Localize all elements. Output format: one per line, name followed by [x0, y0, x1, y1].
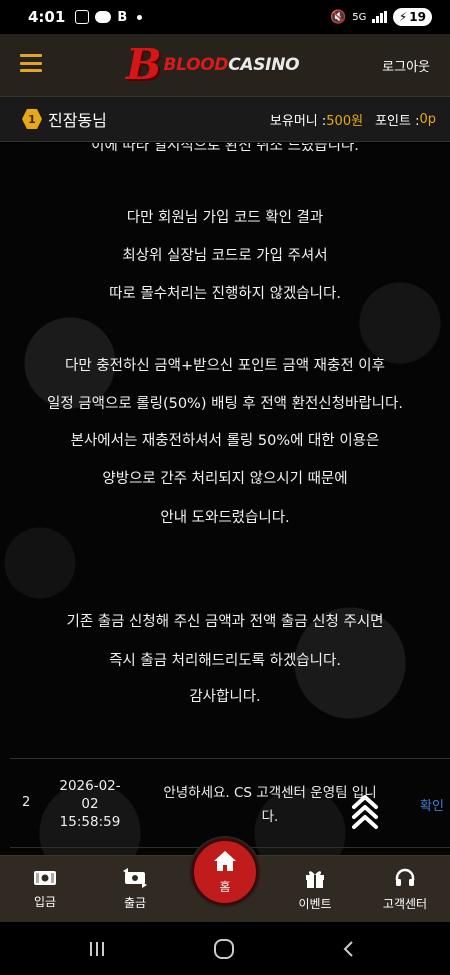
money-value: 500원	[326, 113, 364, 129]
nav-event[interactable]: 이벤트	[275, 856, 355, 923]
nav-home-button[interactable]: 홈	[191, 838, 259, 906]
message-line: 안내 도와드렸습니다.	[160, 510, 290, 526]
scroll-top-icon[interactable]	[350, 793, 380, 829]
battery-indicator: ⚡ 19	[392, 8, 432, 26]
nav-withdraw-label: 출금	[123, 896, 147, 910]
screenshot-icon	[75, 10, 90, 24]
message-line: 양방으로 간주 처리되지 않으시기 때문에	[102, 471, 348, 487]
message-line: 즉시 출금 처리해드리도록 하겠습니다.	[109, 653, 341, 669]
brand-logo[interactable]: B BLOOD CASINO	[126, 40, 300, 89]
message-line: 따로 몰수처리는 진행하지 않겠습니다.	[109, 286, 341, 302]
app-b-icon: B	[117, 9, 128, 25]
app-header: B BLOOD CASINO 로그아웃	[0, 34, 450, 96]
notification-icons: B	[75, 9, 143, 25]
menu-icon[interactable]	[20, 54, 42, 72]
logo-wordmark: BLOOD CASINO	[164, 55, 300, 75]
recent-apps-icon[interactable]	[82, 936, 112, 962]
level-badge: 1	[22, 109, 42, 129]
headset-icon	[394, 867, 416, 889]
row-number: 2	[22, 795, 31, 810]
logo-word-casino: CASINO	[228, 55, 300, 75]
username: 진잠동님	[48, 111, 107, 130]
battery-level: 19	[409, 10, 426, 24]
message-line: 다만 회원님 가입 코드 확인 결과	[126, 210, 324, 226]
nav-withdraw[interactable]: 출금	[95, 856, 175, 923]
money-transfer-icon	[122, 868, 148, 888]
message-line: 최상위 실장님 코드로 가입 주셔서	[122, 248, 328, 264]
message-content[interactable]: 이에 따라 일시적으로 환전 취소 드렸습니다. 다만 회원님 가입 코드 확인…	[0, 143, 450, 855]
point-label: 포인트 :	[375, 113, 420, 129]
message-line: 감사합니다.	[189, 689, 261, 705]
message-line: 다만 충전하신 금액+받으신 포인트 금액 재충전 이후	[65, 358, 385, 374]
nav-support-label: 고객센터	[382, 897, 428, 911]
row-date: 2026-02- 02 15:58:59	[58, 777, 122, 831]
back-icon[interactable]	[334, 936, 364, 962]
logo-letter: B	[126, 40, 162, 89]
money-label: 보유머니 :	[269, 113, 327, 129]
status-bar: 4:01 B 🔇 5G ⚡ 19	[0, 0, 450, 34]
system-icons: 🔇 5G ⚡ 19	[330, 8, 432, 26]
nav-home-label: 홈	[219, 879, 231, 894]
row-date-line2: 02	[81, 796, 99, 812]
nav-deposit-label: 입금	[33, 895, 57, 909]
signal-icon	[372, 11, 387, 23]
table-row[interactable]: 2 2026-02- 02 15:58:59 안녕하세요. CS 고객센터 운영…	[10, 758, 450, 848]
network-label: 5G	[352, 11, 367, 23]
row-date-line1: 2026-02-	[59, 778, 121, 794]
bolt-icon: ⚡	[398, 10, 408, 24]
point-value: 0p	[419, 111, 436, 127]
cash-icon	[33, 869, 57, 887]
mute-icon: 🔇	[330, 9, 347, 25]
row-status[interactable]: 확인	[420, 795, 444, 814]
gift-icon	[304, 867, 326, 889]
clock: 4:01	[28, 8, 66, 26]
balance-info: 보유머니 : 500원 포인트 : 0p	[270, 110, 436, 129]
more-notifications-icon	[137, 14, 143, 20]
home-icon	[213, 850, 237, 876]
message-line: 일정 금액으로 롤링(50%) 배팅 후 전액 환전신청바랍니다.	[47, 396, 403, 412]
nav-event-label: 이벤트	[298, 897, 332, 911]
home-system-icon[interactable]	[209, 936, 239, 962]
talk-icon	[95, 11, 112, 23]
nav-deposit[interactable]: 입금	[5, 856, 85, 923]
user-info-bar: 1 진잠동님 보유머니 : 500원 포인트 : 0p	[0, 96, 450, 142]
logo-word-blood: BLOOD	[163, 55, 229, 75]
nav-support[interactable]: 고객센터	[365, 856, 445, 923]
message-line: 이에 따라 일시적으로 환전 취소 드렸습니다.	[91, 143, 359, 154]
logout-button[interactable]: 로그아웃	[382, 56, 430, 75]
message-line: 본사에서는 재충전하셔서 롤링 50%에 대한 이용은	[70, 433, 380, 449]
system-navigation-bar	[0, 922, 450, 975]
row-time: 15:58:59	[59, 814, 121, 830]
message-line: 기존 출금 신청해 주신 금액과 전액 출금 신청 주시면	[66, 614, 384, 630]
